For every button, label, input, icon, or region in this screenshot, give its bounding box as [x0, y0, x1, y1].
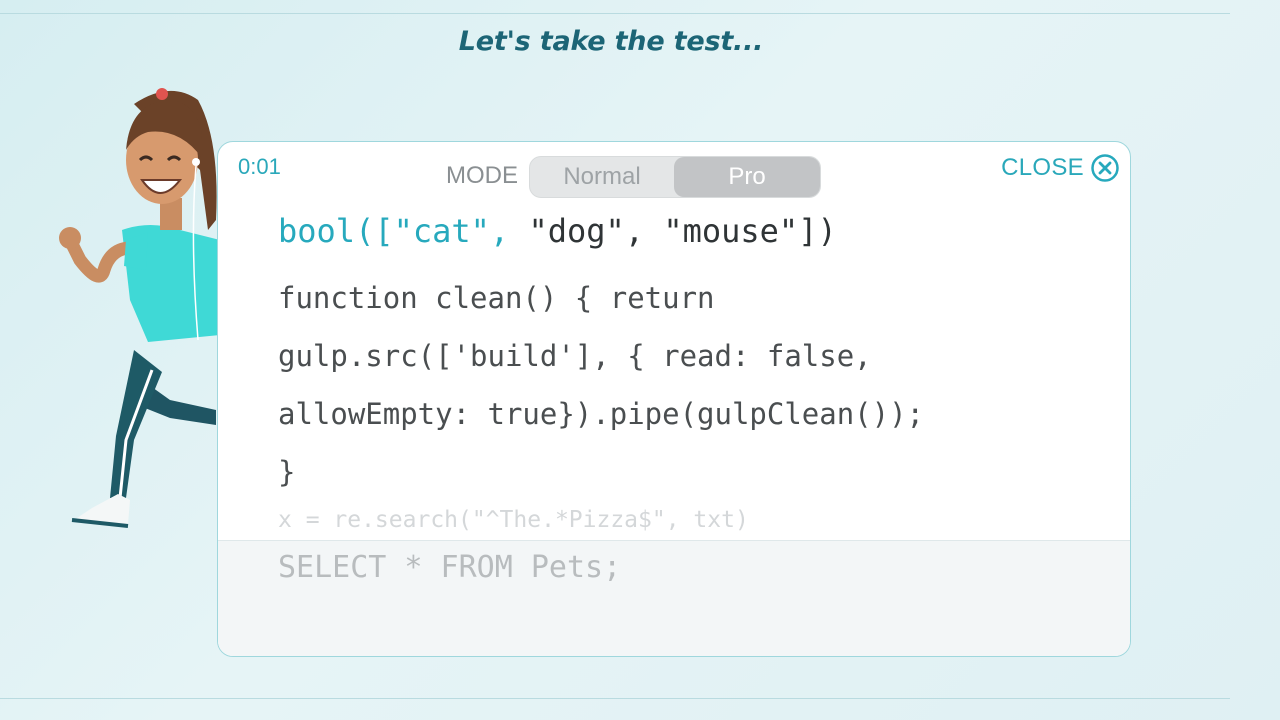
timer: 0:01: [238, 154, 281, 179]
code-line-faded: x = re.search("^The.*Pizza$", txt): [278, 507, 749, 533]
code-line: gulp.src(['build'], { read: false,: [278, 339, 872, 373]
page-heading: Let's take the test...: [458, 26, 764, 57]
mode-option-pro[interactable]: Pro: [674, 157, 820, 197]
close-circle-icon: [1091, 154, 1119, 182]
typed-text: bool(["cat",: [278, 212, 510, 250]
code-line: function clean() { return: [278, 281, 715, 315]
mode-option-normal[interactable]: Normal: [530, 157, 674, 197]
top-divider: [0, 13, 1230, 14]
current-code-line: bool(["cat", "dog", "mouse"]): [278, 212, 837, 250]
code-line: }: [278, 455, 296, 489]
code-line: allowEmpty: true}).pipe(gulpClean());: [278, 397, 925, 431]
mode-label: MODE: [446, 162, 518, 189]
typing-test-card: 0:01 MODE Normal Pro CLOSE bool(["cat", …: [217, 141, 1131, 657]
code-line-next-snippet: SELECT * FROM Pets;: [278, 550, 622, 585]
running-woman-illustration: [59, 88, 220, 528]
close-button[interactable]: CLOSE: [1001, 152, 1120, 184]
mode-toggle[interactable]: Normal Pro: [529, 156, 821, 198]
remaining-text: "dog", "mouse"]): [509, 212, 837, 250]
bottom-divider: [0, 698, 1230, 699]
close-label: CLOSE: [1001, 154, 1084, 181]
